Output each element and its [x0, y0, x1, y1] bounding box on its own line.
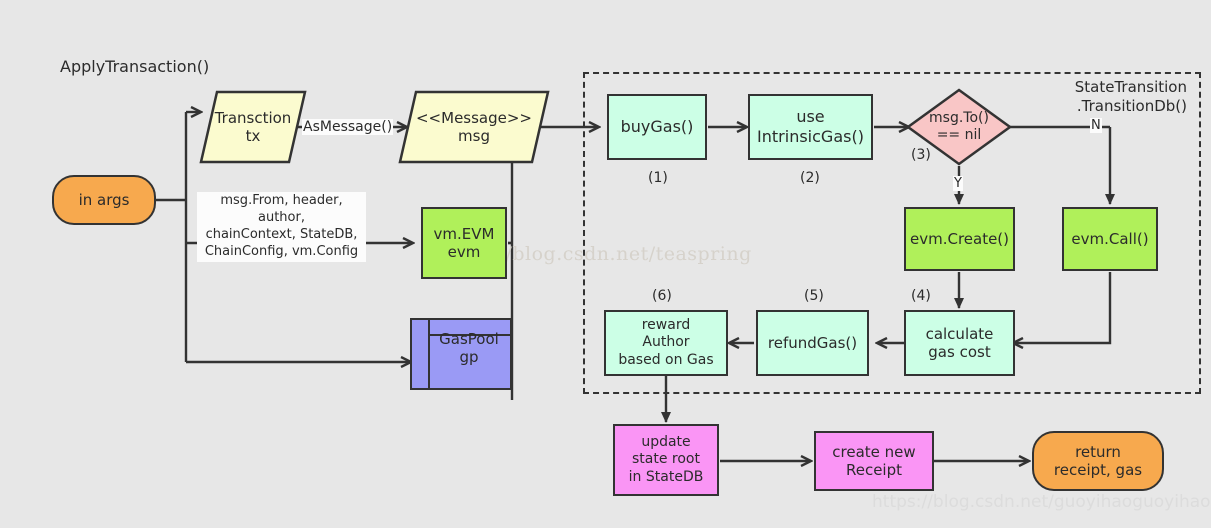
line-2: receipt, gas: [1053, 461, 1143, 479]
node-return-receipt-gas[interactable]: return receipt, gas: [1032, 431, 1164, 491]
line-2: state root: [632, 451, 700, 468]
line-1: GasPool: [439, 330, 499, 348]
line-2: IntrinsicGas(): [757, 127, 864, 146]
region-title: StateTransition .TransitionDb(): [1074, 78, 1187, 115]
node-evm-create[interactable]: evm.Create(): [904, 207, 1015, 271]
node-gas-pool[interactable]: GasPool gp: [410, 318, 512, 390]
line-2: == nil: [936, 127, 982, 143]
node-calculate-gas-cost[interactable]: calculate gas cost: [904, 310, 1015, 376]
node-update-state-root[interactable]: update state root in StateDB: [613, 424, 719, 496]
node-create-new-receipt[interactable]: create new Receipt: [814, 431, 934, 491]
line-1: Transction: [214, 108, 292, 127]
edge-label-as-message: AsMessage(): [302, 119, 394, 135]
line-1: <<Message>>: [415, 108, 532, 127]
step-number-1: (1): [648, 170, 668, 186]
step-number-5: (5): [804, 288, 824, 304]
step-number-6: (6): [652, 288, 672, 304]
node-use-intrinsic-gas[interactable]: use IntrinsicGas(): [748, 94, 873, 160]
line-2: msg: [458, 127, 490, 145]
step-number-2: (2): [800, 170, 820, 186]
edge-label-no: N: [1090, 118, 1102, 133]
node-message-msg-label: <<Message>> msg: [398, 90, 550, 164]
line-1: reward: [641, 317, 691, 334]
edge-label-yes: Y: [953, 176, 963, 191]
line-2: gp: [459, 348, 479, 367]
step-number-4: (4): [911, 288, 931, 304]
line-1: return: [1075, 442, 1121, 461]
line-2: tx: [245, 127, 261, 145]
node-message-msg[interactable]: <<Message>> msg: [398, 90, 550, 164]
node-transaction-tx-label: Transction tx: [199, 90, 307, 164]
node-evm-call[interactable]: evm.Call(): [1062, 207, 1158, 271]
step-number-3: (3): [911, 147, 931, 163]
line-1: calculate: [925, 324, 994, 343]
line-1: msg.To(): [929, 110, 989, 127]
node-vm-evm[interactable]: vm.EVM evm: [421, 207, 507, 279]
line-1: use: [796, 107, 825, 127]
node-buy-gas[interactable]: buyGas(): [607, 94, 707, 160]
flowchart-canvas: StateTransition .TransitionDb() http://b…: [0, 0, 1211, 528]
line-3: in StateDB: [628, 468, 704, 485]
line-2: Receipt: [845, 461, 902, 479]
line-1: create new: [832, 442, 916, 461]
line-1: update: [641, 434, 691, 451]
line-2: chainContext, StateDB,: [205, 226, 358, 242]
line-3: based on Gas: [618, 351, 714, 368]
line-1: vm.EVM: [433, 224, 495, 243]
node-refund-gas[interactable]: refundGas(): [756, 310, 869, 376]
node-in-args[interactable]: in args: [52, 175, 156, 225]
line-2: gas cost: [928, 343, 991, 361]
line-2: Author: [642, 334, 690, 351]
node-gas-pool-label: GasPool gp: [412, 320, 510, 367]
node-transaction-tx[interactable]: Transction tx: [199, 90, 307, 164]
line-2: evm: [447, 243, 481, 261]
line-1: msg.From, header, author,: [220, 193, 343, 225]
line-3: ChainConfig, vm.Config: [204, 243, 359, 259]
page-title: ApplyTransaction(): [60, 57, 210, 76]
edge-label-args-list: msg.From, header, author, chainContext, …: [197, 192, 366, 262]
node-reward-author[interactable]: reward Author based on Gas: [604, 310, 728, 376]
